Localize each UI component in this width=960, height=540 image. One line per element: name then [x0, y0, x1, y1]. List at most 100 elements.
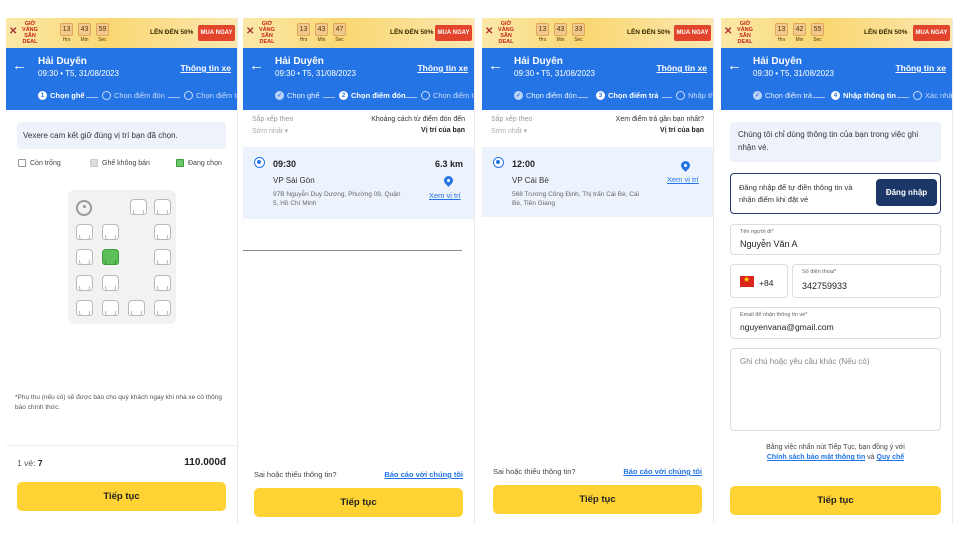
privacy-policy-link[interactable]: Chính sách bảo mật thông tin	[767, 454, 865, 461]
bus-info-link[interactable]: Thông tin xe	[180, 63, 231, 73]
countdown-seconds: 47 Sec	[333, 23, 346, 43]
radio-selected[interactable]	[254, 157, 265, 168]
bus-info-link[interactable]: Thông tin xe	[417, 63, 468, 73]
step-circle-icon	[184, 91, 193, 100]
promo-logo: GIỜ VÀNG SĂN DEAL	[737, 21, 753, 45]
step-choose-seat: ✓ Chọn ghế	[275, 91, 320, 100]
operator-title: Hải Duyên	[38, 56, 87, 67]
note-textarea[interactable]: Ghi chú hoặc yêu cầu khác (Nếu có)	[730, 348, 941, 431]
step-label: Chọn điểm đón	[114, 91, 165, 100]
buy-now-button[interactable]: MUA NGAY	[435, 25, 472, 41]
view-location-link[interactable]: Xem vị trí	[667, 175, 699, 184]
close-banner-icon[interactable]: ✕	[246, 26, 254, 37]
promo-banner[interactable]: ✕ GIỜ VÀNG SĂN DEAL 13 Hrs 43 Min 33 Sec LÊ…	[482, 18, 713, 48]
step-enter-info: Nhập thông tin	[676, 91, 713, 100]
promo-text: LÊN ĐẾN 50%	[390, 29, 434, 36]
seat[interactable]	[102, 275, 119, 291]
seat[interactable]	[76, 224, 93, 240]
bus-info-link[interactable]: Thông tin xe	[895, 63, 946, 73]
my-location-link[interactable]: Vị trí của bạn	[660, 127, 704, 134]
promo-banner[interactable]: ✕ GIỜ VÀNG SĂN DEAL 13 Hrs 43 Min 47 Sec LÊ…	[243, 18, 474, 48]
promo-text: LÊN ĐẾN 50%	[150, 29, 194, 36]
sort-dropdown[interactable]: Sớm nhất ▾	[491, 127, 527, 135]
seat[interactable]	[154, 300, 171, 316]
promo-banner[interactable]: ✕ GIỜ VÀNG SĂN DEAL 13 Hrs 42 Min 55 Sec LÊ…	[721, 18, 952, 48]
countdown-hours-value: 13	[775, 23, 788, 36]
buy-now-button[interactable]: MUA NGAY	[198, 25, 235, 41]
seat[interactable]	[76, 249, 93, 265]
countdown-minutes-unit: Min	[795, 37, 804, 43]
countdown-minutes-unit: Min	[317, 37, 326, 43]
countdown-minutes-value: 43	[554, 23, 567, 36]
stage: ✕ GIỜ VÀNG SĂN DEAL 13 Hrs 43 Min 59 Sec LÊ…	[0, 0, 960, 540]
pickup-point-card[interactable]: 09:30 6.3 km VP Sài Gòn 97B Nguyễn Duy D…	[243, 147, 474, 219]
view-location-link[interactable]: Xem vị trí	[429, 191, 461, 200]
dropoff-time: 12:00	[512, 159, 536, 169]
continue-button[interactable]: Tiếp tục	[493, 485, 702, 514]
radio-selected[interactable]	[493, 157, 504, 168]
phone-field[interactable]: Số điện thoại* 342759933	[792, 264, 941, 298]
country-code-select[interactable]: +84	[730, 264, 788, 298]
seat[interactable]	[130, 199, 147, 215]
promo-banner[interactable]: ✕ GIỜ VÀNG SĂN DEAL 13 Hrs 43 Min 59 Sec LÊ…	[6, 18, 237, 48]
buy-now-button[interactable]: MUA NGAY	[674, 25, 711, 41]
back-arrow-icon[interactable]: ←	[727, 57, 742, 74]
regulations-link[interactable]: Quy chế	[877, 454, 905, 461]
step-circle-icon	[102, 91, 111, 100]
step-dropoff: 3 Chọn điểm trả	[596, 91, 658, 100]
sort-dropdown[interactable]: Sớm nhất ▾	[252, 127, 288, 135]
step-label: Chọn ghế	[50, 91, 85, 100]
step-label: Xác nhận	[925, 91, 953, 100]
seat[interactable]	[154, 275, 171, 291]
promo-text: LÊN ĐẾN 50%	[864, 29, 908, 36]
close-banner-icon[interactable]: ✕	[724, 26, 732, 37]
back-arrow-icon[interactable]: ←	[249, 57, 264, 74]
seat[interactable]	[154, 224, 171, 240]
operator-title: Hải Duyên	[514, 56, 563, 67]
close-banner-icon[interactable]: ✕	[9, 26, 17, 37]
seat-selected[interactable]	[102, 249, 119, 265]
seat[interactable]	[128, 300, 145, 316]
continue-button[interactable]: Tiếp tục	[17, 482, 226, 511]
email-field[interactable]: Email để nhận thông tin vé* nguyenvana@g…	[730, 307, 941, 339]
step-label: Chọn điểm trả	[765, 91, 813, 100]
sort-bar: Sắp xếp theo Sớm nhất ▾ Xem điểm trả gần…	[482, 110, 713, 143]
step-dropoff: Chọn điểm trả	[421, 91, 474, 100]
seat[interactable]	[102, 224, 119, 240]
step-label: Chọn điểm trả	[196, 91, 237, 100]
dropoff-point-card[interactable]: 12:00 VP Cái Bè 568 Trương Công Định, Th…	[482, 147, 713, 217]
seat[interactable]	[76, 275, 93, 291]
pickup-distance: 6.3 km	[434, 159, 463, 169]
countdown-seconds-unit: Sec	[574, 37, 583, 43]
my-location-link[interactable]: Vị trí của bạn	[421, 127, 465, 134]
legend-available: Còn trống	[18, 159, 61, 167]
login-button[interactable]: Đăng nhập	[876, 179, 937, 206]
continue-button[interactable]: Tiếp tục	[254, 488, 463, 517]
buy-now-button[interactable]: MUA NGAY	[913, 25, 950, 41]
back-arrow-icon[interactable]: ←	[12, 57, 27, 74]
step-dropoff: ✓ Chọn điểm trả	[753, 91, 812, 100]
step-divider	[323, 97, 335, 98]
trip-datetime: 09:30 • T5, 31/08/2023	[275, 69, 356, 78]
bus-info-link[interactable]: Thông tin xe	[656, 63, 707, 73]
seat[interactable]	[154, 249, 171, 265]
countdown-seconds-unit: Sec	[98, 37, 107, 43]
countdown-hours-value: 13	[536, 23, 549, 36]
seat[interactable]	[76, 300, 93, 316]
continue-button[interactable]: Tiếp tục	[730, 486, 941, 515]
step-divider	[897, 97, 909, 98]
sort-bar: Sắp xếp theo Sớm nhất ▾ Khoảng cách từ đ…	[243, 110, 474, 143]
step-pickup: ✓ Chọn điểm đón	[514, 91, 577, 100]
seat[interactable]	[154, 199, 171, 215]
back-arrow-icon[interactable]: ←	[488, 57, 503, 74]
close-banner-icon[interactable]: ✕	[485, 26, 493, 37]
step-number-icon: 4	[831, 91, 840, 100]
seat[interactable]	[102, 300, 119, 316]
promo-text: LÊN ĐẾN 50%	[627, 29, 671, 36]
dropoff-screen: ✕ GIỜ VÀNG SĂN DEAL 13 Hrs 43 Min 33 Sec LÊ…	[482, 18, 714, 523]
step-progress: ✓Chọn điểm đón 3Chọn điểm trả Nhập thông…	[482, 91, 713, 105]
report-link[interactable]: Báo cáo với chúng tôi	[623, 467, 702, 476]
passenger-name-field[interactable]: Tên người đi* Nguyễn Văn A	[730, 224, 941, 255]
step-pickup: 2 Chọn điểm đón	[339, 91, 406, 100]
report-link[interactable]: Báo cáo với chúng tôi	[384, 470, 463, 479]
